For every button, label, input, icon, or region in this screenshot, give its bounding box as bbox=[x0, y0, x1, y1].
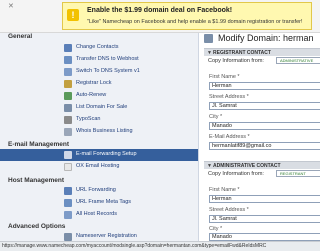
sidebar-item-host-records[interactable]: All Host Records bbox=[0, 209, 198, 221]
nameserver-icon bbox=[64, 233, 72, 241]
administrative-contact-title: ADMINISTRATIVE CONTACT bbox=[213, 163, 281, 169]
frame-icon bbox=[64, 199, 72, 207]
renew-icon bbox=[64, 92, 72, 100]
close-icon[interactable]: ✕ bbox=[8, 3, 16, 11]
email-forward-icon bbox=[64, 151, 72, 159]
field-value: Manado bbox=[212, 234, 232, 240]
field-value: Herman bbox=[212, 196, 232, 202]
status-bar: https://manage.www.namecheap.com/myaccou… bbox=[0, 241, 320, 251]
email-hosting-icon bbox=[64, 163, 72, 171]
url-forward-icon bbox=[64, 187, 72, 195]
administrative-city-label: City * bbox=[209, 226, 223, 232]
sidebar-item-transfer-dns[interactable]: Transfer DNS to Webhost bbox=[0, 54, 198, 66]
administrative-city-field[interactable]: Manado bbox=[209, 233, 320, 241]
sidebar-item-label: E-mail Forwarding Setup bbox=[76, 151, 137, 157]
banner-title: Enable the $1.99 domain deal on Facebook… bbox=[87, 7, 233, 14]
section-title-host: Host Management bbox=[8, 177, 64, 184]
administrative-street-label: Street Address * bbox=[209, 207, 249, 213]
lock-icon bbox=[64, 80, 72, 88]
registrant-contact-header[interactable]: ▼ REGISTRANT CONTACT bbox=[204, 48, 320, 56]
registrant-copy-value: ADMINISTRATIVE bbox=[280, 58, 314, 63]
info-icon: ! bbox=[67, 9, 79, 21]
section-title-advanced: Advanced Options bbox=[8, 223, 66, 230]
collapse-icon: ▼ bbox=[207, 163, 212, 169]
main-panel: Modify Domain: herman ▼ REGISTRANT CONTA… bbox=[200, 33, 320, 241]
registrant-city-field[interactable]: Manado bbox=[209, 122, 320, 130]
administrative-copy-select[interactable]: REGISTRANT bbox=[276, 170, 320, 177]
sidebar-item-url-frame[interactable]: URL Frame Meta Tags bbox=[0, 197, 198, 209]
sidebar-item-label: Whois Business Listing bbox=[76, 128, 133, 134]
sidebar-item-label: OX Email Hosting bbox=[76, 163, 120, 169]
field-value: hermanlatif89@gmail.co bbox=[212, 143, 272, 149]
collapse-icon: ▼ bbox=[207, 50, 212, 56]
registrant-street-field[interactable]: Jl. Samrat bbox=[209, 102, 320, 110]
administrative-copy-label: Copy Information from: bbox=[208, 171, 264, 177]
registrant-email-label: E-Mail Address * bbox=[209, 134, 250, 140]
sidebar-item-ox-email[interactable]: OX Email Hosting bbox=[0, 161, 198, 173]
sidebar-item-label: Transfer DNS to Webhost bbox=[76, 56, 139, 62]
registrant-city-label: City * bbox=[209, 114, 223, 120]
page-header: Modify Domain: herman bbox=[200, 33, 320, 45]
registrant-street-label: Street Address * bbox=[209, 94, 249, 100]
sidebar-item-list-for-sale[interactable]: List Domain For Sale bbox=[0, 102, 198, 114]
sidebar-item-switch-dns[interactable]: Switch To DNS System v1 bbox=[0, 66, 198, 78]
field-value: Jl. Samrat bbox=[212, 103, 237, 109]
sidebar-item-label: URL Forwarding bbox=[76, 187, 116, 193]
page-title: Modify Domain: herman bbox=[218, 33, 314, 43]
sidebar-item-label: TypoScan bbox=[76, 116, 101, 122]
administrative-contact-header[interactable]: ▼ ADMINISTRATIVE CONTACT bbox=[204, 161, 320, 169]
registrant-copy-label: Copy Information from: bbox=[208, 58, 264, 64]
sidebar-item-email-forwarding[interactable]: E-mail Forwarding Setup bbox=[0, 149, 198, 161]
domain-icon bbox=[204, 34, 213, 43]
sidebar-item-label: All Host Records bbox=[76, 211, 117, 217]
sidebar-item-auto-renew[interactable]: Auto-Renew bbox=[0, 90, 198, 102]
section-title-email: E-mail Management bbox=[8, 141, 70, 148]
facebook-deal-banner: ✕ ! Enable the $1.99 domain deal on Face… bbox=[0, 0, 320, 33]
sidebar-item-label: Change Contacts bbox=[76, 44, 119, 50]
administrative-copy-value: REGISTRANT bbox=[280, 171, 306, 176]
registrant-copy-select[interactable]: ADMINISTRATIVE bbox=[276, 57, 320, 64]
registrant-first-name-field[interactable]: Herman bbox=[209, 82, 320, 90]
field-value: Jl. Samrat bbox=[212, 216, 237, 222]
sidebar-item-whois-listing[interactable]: Whois Business Listing bbox=[0, 126, 198, 138]
sidebar-item-label: Nameserver Registration bbox=[76, 233, 137, 239]
field-value: Manado bbox=[212, 123, 232, 129]
sidebar-item-url-forwarding[interactable]: URL Forwarding bbox=[0, 185, 198, 197]
registrant-email-field[interactable]: hermanlatif89@gmail.co bbox=[209, 142, 320, 150]
contacts-icon bbox=[64, 44, 72, 52]
sidebar-item-change-contacts[interactable]: Change Contacts bbox=[0, 42, 198, 54]
sidebar-item-label: Auto-Renew bbox=[76, 92, 107, 98]
banner-subtitle: "Like" Namecheap on Facebook and help en… bbox=[87, 19, 303, 25]
administrative-first-name-field[interactable]: Herman bbox=[209, 195, 320, 203]
sidebar-item-label: List Domain For Sale bbox=[76, 104, 128, 110]
sidebar-item-label: Switch To DNS System v1 bbox=[76, 68, 140, 74]
section-title-general: General bbox=[8, 33, 33, 40]
status-url: https://manage.www.namecheap.com/myaccou… bbox=[2, 243, 267, 249]
registrant-contact-title: REGISTRANT CONTACT bbox=[213, 50, 271, 56]
sidebar-item-label: Registrar Lock bbox=[76, 80, 112, 86]
field-value: Herman bbox=[212, 83, 232, 89]
listing-icon bbox=[64, 128, 72, 136]
sale-icon bbox=[64, 104, 72, 112]
administrative-street-field[interactable]: Jl. Samrat bbox=[209, 215, 320, 223]
records-icon bbox=[64, 211, 72, 219]
sidebar: General Change Contacts Transfer DNS to … bbox=[0, 33, 199, 241]
sidebar-item-registrar-lock[interactable]: Registrar Lock bbox=[0, 78, 198, 90]
banner-message-box: ! Enable the $1.99 domain deal on Facebo… bbox=[62, 2, 312, 30]
transfer-icon bbox=[64, 56, 72, 64]
typoscan-icon bbox=[64, 116, 72, 124]
sidebar-item-label: URL Frame Meta Tags bbox=[76, 199, 132, 205]
sidebar-item-typoscan[interactable]: TypoScan bbox=[0, 114, 198, 126]
administrative-first-name-label: First Name * bbox=[209, 187, 240, 193]
registrant-first-name-label: First Name * bbox=[209, 74, 240, 80]
switch-icon bbox=[64, 68, 72, 76]
